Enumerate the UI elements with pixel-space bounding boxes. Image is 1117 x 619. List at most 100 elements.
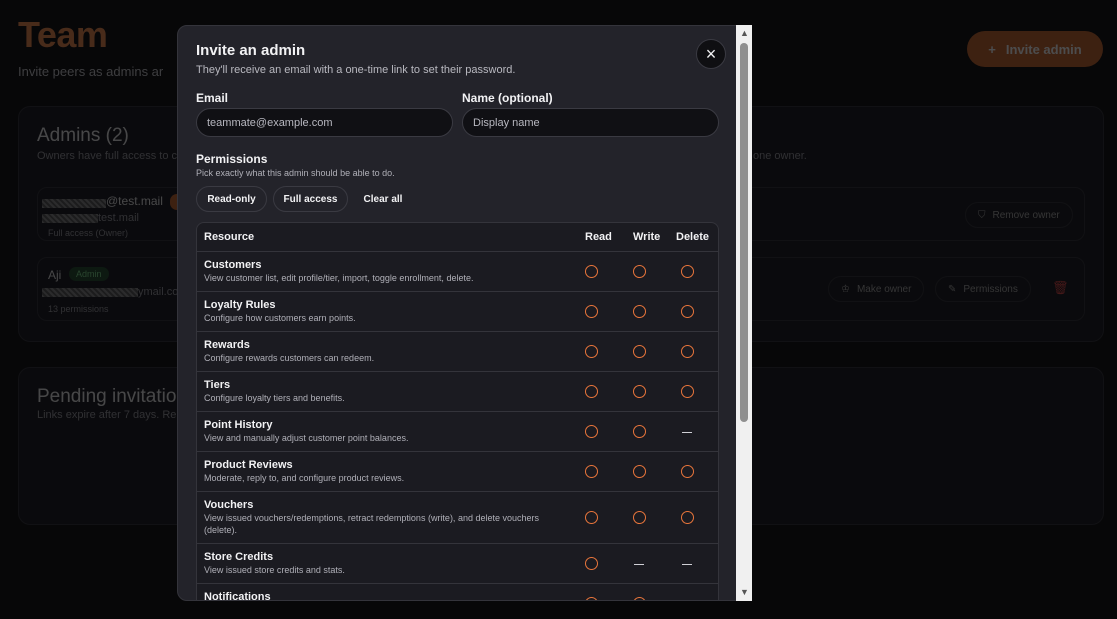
plus-icon: +: [988, 41, 996, 57]
column-header-resource: Resource: [204, 231, 255, 243]
page-title: Team: [18, 14, 108, 55]
resource-description: View customer list, edit profile/tier, i…: [204, 273, 474, 283]
column-header-read: Read: [585, 231, 612, 243]
remove-owner-label: Remove owner: [992, 209, 1060, 221]
admin-badge: Admin: [69, 267, 109, 281]
resource-name: Notifications: [204, 591, 271, 601]
read-permission-radio[interactable]: [585, 465, 598, 478]
resource-name: Loyalty Rules: [204, 299, 276, 311]
redacted-email: [42, 214, 98, 223]
write-permission-radio[interactable]: [633, 511, 646, 524]
resource-description: Configure how customers earn points.: [204, 313, 356, 323]
permission-row: Notifications: [197, 583, 718, 601]
admin-email-domain: ymail.co: [138, 286, 179, 298]
invite-admin-modal: Invite an admin They'll receive an email…: [177, 25, 752, 601]
read-permission-radio[interactable]: [585, 345, 598, 358]
resource-description: View issued store credits and stats.: [204, 565, 345, 575]
write-permission-radio[interactable]: [633, 597, 646, 600]
invite-admin-label: Invite admin: [1005, 41, 1082, 57]
permission-row: Store Credits View issued store credits a…: [197, 543, 718, 583]
write-permission-radio[interactable]: [633, 425, 646, 438]
modal-title: Invite an admin: [196, 42, 306, 59]
read-permission-radio[interactable]: [585, 265, 598, 278]
permissions-heading: Permissions: [196, 152, 268, 166]
permissions-subtitle: Pick exactly what this admin should be a…: [196, 168, 395, 178]
write-permission-radio[interactable]: [633, 345, 646, 358]
name-field[interactable]: [462, 108, 719, 137]
delete-permission-radio[interactable]: [681, 511, 694, 524]
scroll-up-arrow-icon[interactable]: ▲: [740, 29, 749, 38]
admin-access: Full access (Owner): [48, 228, 129, 238]
email-label: Email: [196, 91, 229, 105]
redacted-email: [42, 199, 106, 208]
permission-row: Product Reviews Moderate, reply to, and c…: [197, 451, 718, 491]
delete-not-applicable-dash: [682, 432, 692, 433]
modal-subtitle: They'll receive an email with a one-time…: [196, 64, 516, 76]
modal-scrollbar[interactable]: ▲ ▼: [736, 25, 752, 601]
write-permission-radio[interactable]: [633, 465, 646, 478]
admins-description: Owners have full access to c: [37, 150, 178, 162]
delete-not-applicable-dash: [682, 564, 692, 565]
permissions-button[interactable]: ✎ Permissions: [935, 276, 1031, 302]
resource-name: Vouchers: [204, 499, 254, 511]
page-subtitle: Invite peers as admins ar: [18, 64, 164, 79]
permission-row: Loyalty Rules Configure how customers ear…: [197, 291, 718, 331]
delete-permission-radio[interactable]: [681, 385, 694, 398]
delete-permission-radio[interactable]: [681, 465, 694, 478]
resource-name: Rewards: [204, 339, 250, 351]
close-icon: ×: [705, 44, 717, 64]
resource-description: View and manually adjust customer point …: [204, 433, 409, 443]
read-permission-radio[interactable]: [585, 511, 598, 524]
admin-email-domain: test.mail: [98, 212, 139, 224]
scrollbar-thumb[interactable]: [740, 43, 748, 422]
delete-permission-radio[interactable]: [681, 345, 694, 358]
preset-clear-all-button[interactable]: Clear all: [356, 186, 410, 212]
admins-heading: Admins (2): [37, 125, 129, 146]
read-permission-radio[interactable]: [585, 305, 598, 318]
make-owner-button[interactable]: ♔ Make owner: [828, 276, 925, 302]
read-permission-radio[interactable]: [585, 597, 598, 600]
delete-permission-radio[interactable]: [681, 305, 694, 318]
write-not-applicable-dash: [634, 564, 644, 565]
resource-description: Configure loyalty tiers and benefits.: [204, 393, 345, 403]
write-permission-radio[interactable]: [633, 385, 646, 398]
permission-row: Point History View and manually adjust cu…: [197, 411, 718, 451]
resource-name: Point History: [204, 419, 273, 431]
invite-admin-button[interactable]: + Invite admin: [967, 31, 1103, 67]
pending-heading: Pending invitatio: [37, 386, 177, 407]
pending-description: Links expire after 7 days. Re: [37, 409, 177, 421]
permission-row: Rewards Configure rewards customers can r…: [197, 331, 718, 371]
permissions-table: Resource Read Write Delete Customers View…: [196, 222, 719, 601]
column-header-delete: Delete: [676, 231, 710, 243]
permissions-label: Permissions: [963, 283, 1018, 295]
admin-name: Aji: [48, 268, 62, 282]
preset-full-access-button[interactable]: Full access: [273, 186, 348, 212]
resource-name: Store Credits: [204, 551, 274, 563]
preset-read-only-button[interactable]: Read-only: [196, 186, 267, 212]
permission-row: Tiers Configure loyalty tiers and benefit…: [197, 371, 718, 411]
resource-description: Moderate, reply to, and configure produc…: [204, 473, 405, 483]
admins-description-tail: one owner.: [753, 150, 807, 162]
admin-permissions-count: 13 permissions: [48, 304, 109, 314]
email-field[interactable]: [196, 108, 453, 137]
scroll-down-arrow-icon[interactable]: ▼: [740, 588, 749, 597]
name-label: Name (optional): [462, 91, 553, 105]
resource-name: Tiers: [204, 379, 231, 391]
admin-email: @test.mail: [106, 194, 163, 208]
remove-owner-button[interactable]: ⛉ Remove owner: [965, 202, 1073, 228]
read-permission-radio[interactable]: [585, 385, 598, 398]
write-permission-radio[interactable]: [633, 305, 646, 318]
read-permission-radio[interactable]: [585, 425, 598, 438]
resource-name: Product Reviews: [204, 459, 293, 471]
column-header-write: Write: [633, 231, 661, 243]
delete-permission-radio[interactable]: [681, 265, 694, 278]
pencil-icon: ✎: [948, 283, 957, 295]
trash-icon[interactable]: 🗑: [1052, 280, 1069, 296]
write-permission-radio[interactable]: [633, 265, 646, 278]
shield-icon: ⛉: [978, 209, 986, 221]
resource-name: Customers: [204, 259, 262, 271]
redacted-email: [42, 288, 138, 297]
permission-row: Vouchers View issued vouchers/redemptions…: [197, 491, 718, 543]
read-permission-radio[interactable]: [585, 557, 598, 570]
close-button[interactable]: ×: [696, 39, 726, 69]
